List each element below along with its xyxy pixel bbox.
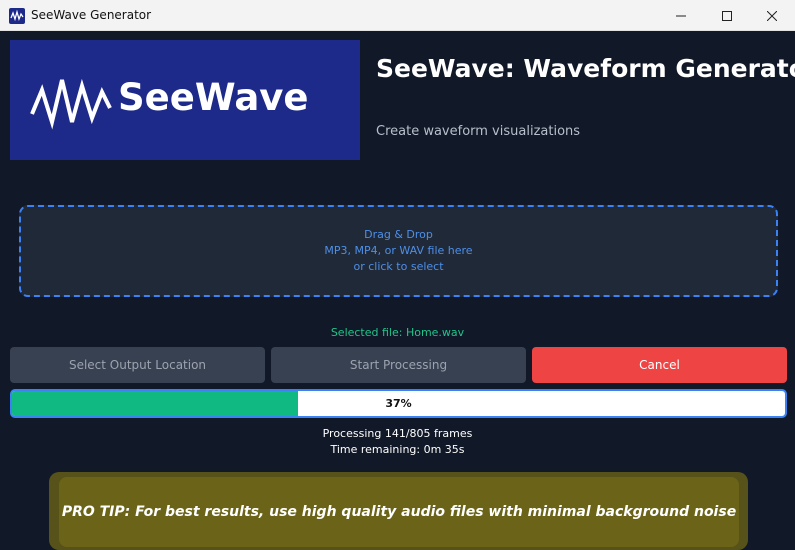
maximize-icon <box>722 10 732 21</box>
page-title: SeeWave: Waveform Generator <box>376 54 795 83</box>
processing-status: Processing 141/805 frames Time remaining… <box>0 426 795 458</box>
start-processing-button[interactable]: Start Processing <box>271 347 526 383</box>
close-button[interactable] <box>749 0 795 31</box>
minimize-button[interactable] <box>658 0 704 31</box>
waveform-icon <box>30 78 112 130</box>
progress-bar: 37% <box>10 389 787 418</box>
window-title: SeeWave Generator <box>31 8 152 22</box>
close-icon <box>767 10 777 21</box>
select-output-button[interactable]: Select Output Location <box>10 347 265 383</box>
waveform-icon <box>9 8 25 24</box>
tip-box: PRO TIP: For best results, use high qual… <box>59 477 739 547</box>
progress-label: 37% <box>385 397 412 410</box>
time-remaining: Time remaining: 0m 35s <box>330 443 465 456</box>
maximize-button[interactable] <box>704 0 750 31</box>
minimize-icon <box>676 15 686 16</box>
pro-tip-text: PRO TIP: For best results, use high qual… <box>61 504 737 520</box>
cancel-button[interactable]: Cancel <box>532 347 787 383</box>
title-bar: SeeWave Generator <box>0 0 795 31</box>
dropzone-line: or click to select <box>353 260 444 273</box>
dropzone-line: MP3, MP4, or WAV file here <box>324 244 473 257</box>
logo: SeeWave <box>10 40 360 160</box>
dropzone-line: Drag & Drop <box>364 228 433 241</box>
selected-file-label: Selected file: Home.wav <box>330 326 465 339</box>
logo-text: SeeWave <box>118 76 309 119</box>
page-subtitle: Create waveform visualizations <box>376 124 581 139</box>
frames-status: Processing 141/805 frames <box>322 427 473 440</box>
file-dropzone[interactable]: Drag & Drop MP3, MP4, or WAV file here o… <box>19 205 778 297</box>
